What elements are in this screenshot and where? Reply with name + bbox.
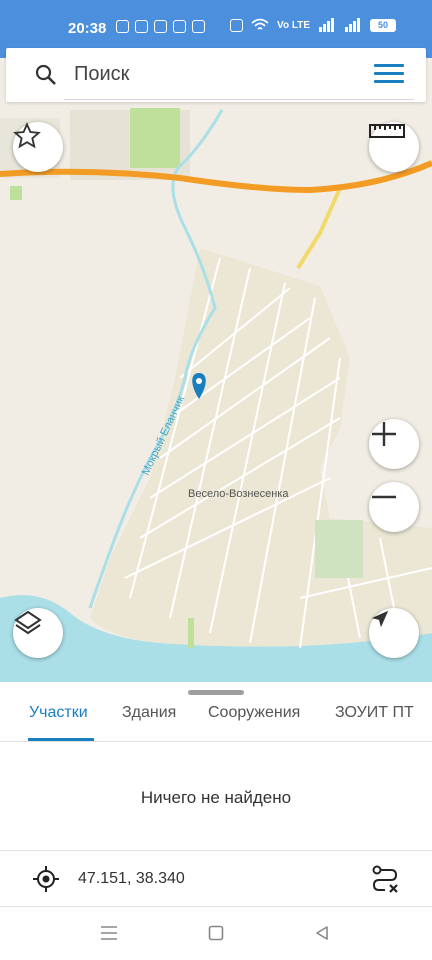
system-nav-bar [0, 907, 432, 960]
zoom-in-button[interactable] [369, 419, 419, 469]
signal-icon [319, 18, 334, 32]
signal-icon [345, 18, 360, 32]
notification-icon [154, 20, 167, 33]
search-underline [64, 99, 414, 100]
battery-icon: 50 [370, 18, 396, 32]
favorites-button[interactable] [13, 122, 63, 172]
tab-zouit[interactable]: ЗОУИТ ПТ [335, 704, 414, 722]
wifi-icon [251, 18, 269, 30]
empty-results-message: Ничего не найдено [140, 788, 292, 807]
navigate-icon [371, 610, 389, 628]
tab-parcels[interactable]: Участки [29, 704, 88, 722]
notification-icon [116, 20, 129, 33]
route-clear-icon[interactable] [370, 864, 400, 894]
status-time: 20:38 [68, 20, 107, 37]
menu-icon[interactable] [374, 64, 404, 86]
star-icon [13, 122, 41, 149]
place-label: Весело-Вознесенка [188, 488, 289, 500]
search-bar[interactable]: Поиск [6, 48, 426, 102]
back-icon[interactable] [314, 925, 330, 941]
crosshair-icon[interactable] [32, 865, 60, 893]
search-icon[interactable] [34, 63, 58, 87]
layers-button[interactable] [13, 608, 63, 658]
map-view[interactable]: Мокрый Еланчик Весело-Вознесенка [0, 58, 432, 682]
zoom-in-icon [372, 422, 396, 446]
my-location-button[interactable] [369, 608, 419, 658]
notification-icon [173, 20, 186, 33]
home-icon[interactable] [208, 925, 224, 941]
status-system-icons: Vo LTE 50 [230, 18, 396, 32]
ruler-icon [369, 124, 405, 138]
network-type-label: Vo LTE [277, 19, 310, 31]
map-canvas: Мокрый Еланчик Весело-Вознесенка [0, 108, 432, 682]
nfc-icon [230, 18, 244, 32]
drag-handle[interactable] [188, 690, 244, 695]
layers-icon [14, 610, 42, 635]
status-notification-icons [116, 20, 205, 33]
coordinates-value: 47.151, 38.340 [78, 870, 185, 887]
search-input[interactable]: Поиск [74, 63, 129, 86]
recent-apps-icon[interactable] [100, 925, 118, 941]
zoom-out-icon [372, 495, 396, 499]
notification-icon [135, 20, 148, 33]
coordinates-bar [0, 850, 432, 907]
zoom-out-button[interactable] [369, 482, 419, 532]
measure-button[interactable] [369, 122, 419, 172]
tab-buildings[interactable]: Здания [122, 704, 176, 722]
notification-icon [192, 20, 205, 33]
tab-structures[interactable]: Сооружения [208, 704, 300, 722]
divider [0, 741, 432, 742]
